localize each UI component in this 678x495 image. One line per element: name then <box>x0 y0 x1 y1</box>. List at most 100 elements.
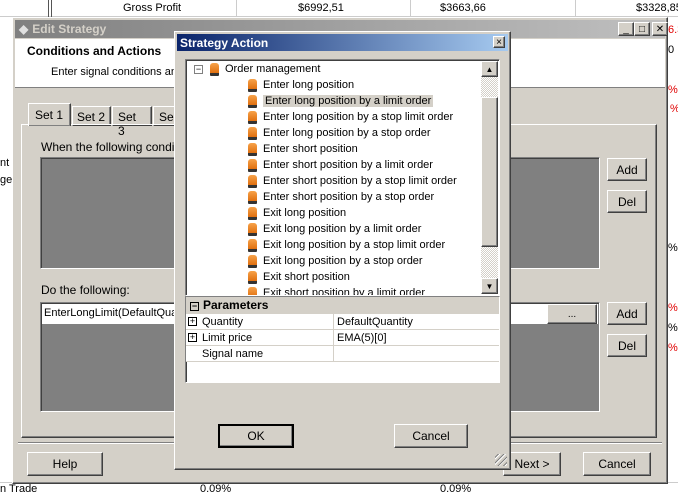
tree-item[interactable]: Enter long position <box>248 77 354 93</box>
parameter-label: Limit price <box>202 331 253 344</box>
window-title: Edit Strategy <box>32 22 107 36</box>
hand-icon <box>248 142 257 156</box>
resize-grip-icon[interactable] <box>495 454 507 466</box>
parameter-value[interactable] <box>334 346 499 361</box>
app-icon: ◆ <box>19 22 29 36</box>
tree-item[interactable]: Exit long position by a stop order <box>248 253 423 269</box>
tree-item[interactable]: Exit long position <box>248 205 346 221</box>
tab-set-2[interactable]: Set 2 <box>72 106 111 126</box>
tree-item[interactable]: Enter long position by a stop order <box>248 125 431 141</box>
tree-item[interactable]: Enter short position <box>248 141 358 157</box>
tree-label: Exit short position by a limit order <box>263 287 426 296</box>
collapse-icon[interactable]: − <box>190 302 199 311</box>
hand-icon <box>248 206 257 220</box>
hand-icon <box>248 286 257 295</box>
scroll-down-button[interactable]: ▼ <box>481 278 498 294</box>
tree-root[interactable]: Order management <box>210 61 320 77</box>
tree-label: Exit long position by a stop order <box>263 255 423 267</box>
tree-item[interactable]: Exit long position by a limit order <box>248 221 421 237</box>
tree-item[interactable]: Exit short position <box>248 269 350 285</box>
add-condition-button[interactable]: Add <box>607 158 647 181</box>
parameter-row[interactable]: + Quantity DefaultQuantity <box>186 314 499 330</box>
action-tree[interactable]: − Order management Enter long position En… <box>185 59 500 296</box>
hand-icon <box>248 270 257 284</box>
parameters-header: − Parameters <box>186 297 499 314</box>
sheet-cell: $6992,51 <box>298 2 344 14</box>
tree-label: Exit short position <box>263 271 350 283</box>
tree-item[interactable]: Enter long position by a stop limit orde… <box>248 109 453 125</box>
dialog-cancel-button[interactable]: Cancel <box>394 424 468 448</box>
expand-icon[interactable]: + <box>188 317 197 326</box>
tree-label: Exit long position <box>263 207 347 219</box>
sheet-cell: 0.09% <box>440 483 472 495</box>
parameter-value[interactable]: EMA(5)[0] <box>334 330 499 345</box>
dialog-title-bar[interactable]: Strategy Action <box>177 34 508 51</box>
hand-icon <box>248 254 257 268</box>
dialog-close-button[interactable]: × <box>493 36 505 48</box>
tree-item[interactable]: Enter short position by a limit order <box>248 157 433 173</box>
ok-button[interactable]: OK <box>218 424 294 448</box>
help-button[interactable]: Help <box>27 452 103 476</box>
actions-label: Do the following: <box>41 283 130 297</box>
expand-icon[interactable]: + <box>188 333 197 342</box>
hand-icon <box>210 62 219 76</box>
add-action-button[interactable]: Add <box>607 302 647 325</box>
scroll-up-button[interactable]: ▲ <box>481 61 498 77</box>
strategy-action-dialog: Strategy Action × − Order management Ent… <box>174 31 511 470</box>
minimize-button[interactable]: _ <box>618 22 634 36</box>
tree-label: Enter long position by a stop order <box>263 127 431 139</box>
tree-label: Order management <box>225 63 321 75</box>
parameter-name: Signal name <box>186 346 334 361</box>
tree-label: Enter short position <box>263 143 358 155</box>
parameter-value[interactable]: DefaultQuantity <box>334 314 499 329</box>
tree-item[interactable]: Enter long position by a limit order <box>248 93 434 109</box>
parameters-title: Parameters <box>203 298 269 312</box>
parameter-label: Quantity <box>202 315 243 328</box>
edit-action-button[interactable]: ... <box>547 304 597 324</box>
parameters-grid: − Parameters + Quantity DefaultQuantity + Lim… <box>185 296 500 383</box>
tree-collapse-icon[interactable]: − <box>194 65 203 74</box>
sheet-label: Gross Profit <box>123 2 182 14</box>
sheet-fragment: ge <box>0 174 13 186</box>
header-title: Conditions and Actions <box>27 44 162 58</box>
hand-icon <box>248 110 257 124</box>
hand-icon <box>248 126 257 140</box>
maximize-button[interactable]: □ <box>634 22 650 36</box>
sheet-cell: $3328,85 <box>636 2 678 14</box>
tree-item[interactable]: Enter short position by a stop limit ord… <box>248 173 457 189</box>
delete-condition-button[interactable]: Del <box>607 190 647 213</box>
sheet-fragment: nt <box>0 157 10 169</box>
hand-icon <box>248 222 257 236</box>
sheet-fragment: % <box>668 342 678 354</box>
tree-label: Exit long position by a limit order <box>263 223 422 235</box>
sheet-fragment: % <box>668 242 678 254</box>
sheet-cell: 0.09% <box>200 483 232 495</box>
sheet-fragment: 0 <box>668 44 675 56</box>
tab-set-3[interactable]: Set 3 <box>112 106 152 138</box>
hand-icon <box>248 94 257 108</box>
cancel-button[interactable]: Cancel <box>583 452 651 476</box>
delete-action-button[interactable]: Del <box>607 334 647 357</box>
tree-item[interactable]: Exit long position by a stop limit order <box>248 237 445 253</box>
sheet-fragment: % <box>670 103 678 115</box>
tree-item[interactable]: Exit short position by a limit order <box>248 285 426 296</box>
sheet-fragment: % <box>668 322 678 334</box>
parameter-row[interactable]: + Limit price EMA(5)[0] <box>186 330 499 346</box>
close-button[interactable]: ✕ <box>652 22 668 36</box>
next-button[interactable]: Next > <box>503 452 561 476</box>
tree-scrollbar[interactable]: ▲ ▼ <box>481 61 498 294</box>
header-subtitle: Enter signal conditions and <box>51 66 184 78</box>
parameter-row[interactable]: Signal name <box>186 346 499 362</box>
scroll-thumb[interactable] <box>481 97 498 247</box>
hand-icon <box>248 158 257 172</box>
parameter-name: + Quantity <box>186 314 334 329</box>
tree-label: Enter long position <box>263 79 355 91</box>
tree-label: Enter short position by a limit order <box>263 159 433 171</box>
parameter-name: + Limit price <box>186 330 334 345</box>
tree-item[interactable]: Enter short position by a stop order <box>248 189 434 205</box>
tree-label: Exit long position by a stop limit order <box>263 239 446 251</box>
sheet-fragment: % <box>668 84 678 96</box>
tab-set-1[interactable]: Set 1 <box>28 103 71 126</box>
sheet-fragment: % <box>668 302 678 314</box>
hand-icon <box>248 174 257 188</box>
